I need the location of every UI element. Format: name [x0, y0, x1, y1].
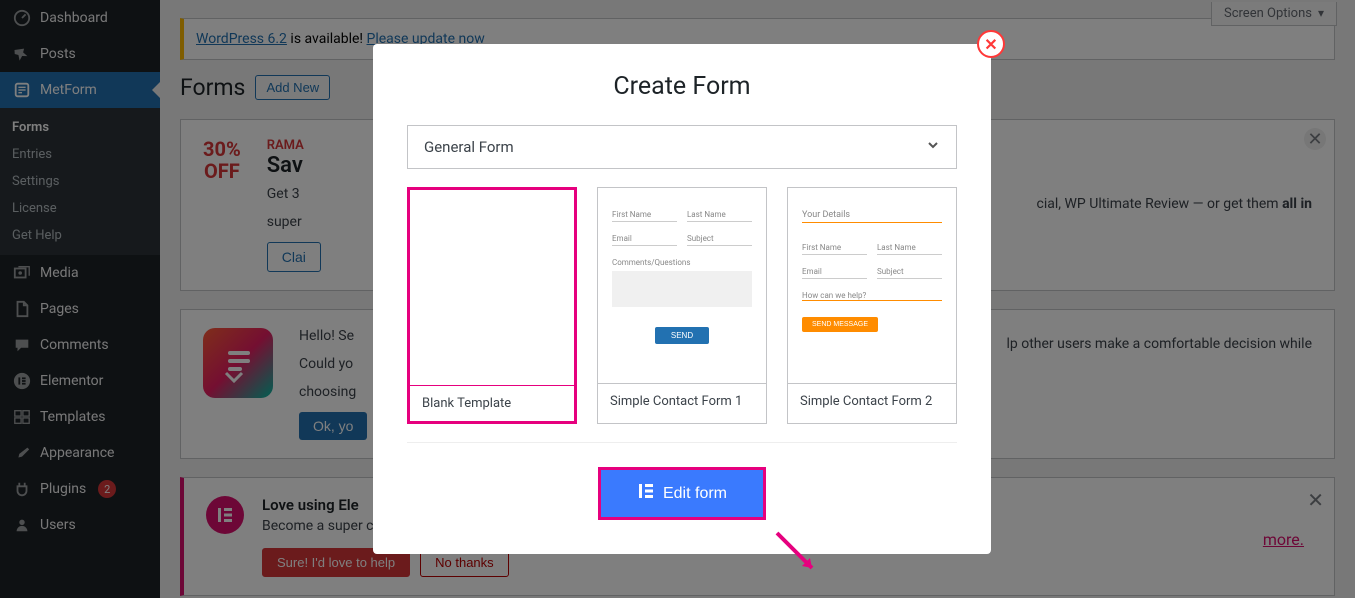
close-modal-button[interactable]: ✕ — [977, 30, 1005, 58]
edit-form-label: Edit form — [663, 485, 727, 503]
template-simple-contact-2[interactable]: Your Details First NameLast Name EmailSu… — [787, 187, 957, 424]
template-label: Simple Contact Form 1 — [598, 383, 766, 419]
template-preview — [410, 190, 574, 385]
template-blank[interactable]: Blank Template — [407, 187, 577, 424]
preview-send-button: SEND — [655, 327, 709, 344]
preview-send-button: SEND MESSAGE — [802, 317, 878, 332]
template-simple-contact-1[interactable]: First NameLast Name EmailSubject Comment… — [597, 187, 767, 424]
modal-title: Create Form — [373, 72, 991, 101]
template-preview: First NameLast Name EmailSubject Comment… — [598, 188, 766, 383]
elementor-edit-icon — [637, 482, 655, 505]
chevron-down-icon — [926, 138, 940, 156]
template-preview: Your Details First NameLast Name EmailSu… — [788, 188, 956, 383]
edit-form-button[interactable]: Edit form — [598, 467, 766, 520]
template-grid: Blank Template First NameLast Name Email… — [407, 187, 957, 443]
template-label: Simple Contact Form 2 — [788, 383, 956, 419]
create-form-modal: ✕ Create Form General Form Blank Templat… — [373, 44, 991, 554]
template-label: Blank Template — [410, 385, 574, 421]
select-value: General Form — [424, 138, 514, 156]
form-type-select[interactable]: General Form — [407, 125, 957, 169]
